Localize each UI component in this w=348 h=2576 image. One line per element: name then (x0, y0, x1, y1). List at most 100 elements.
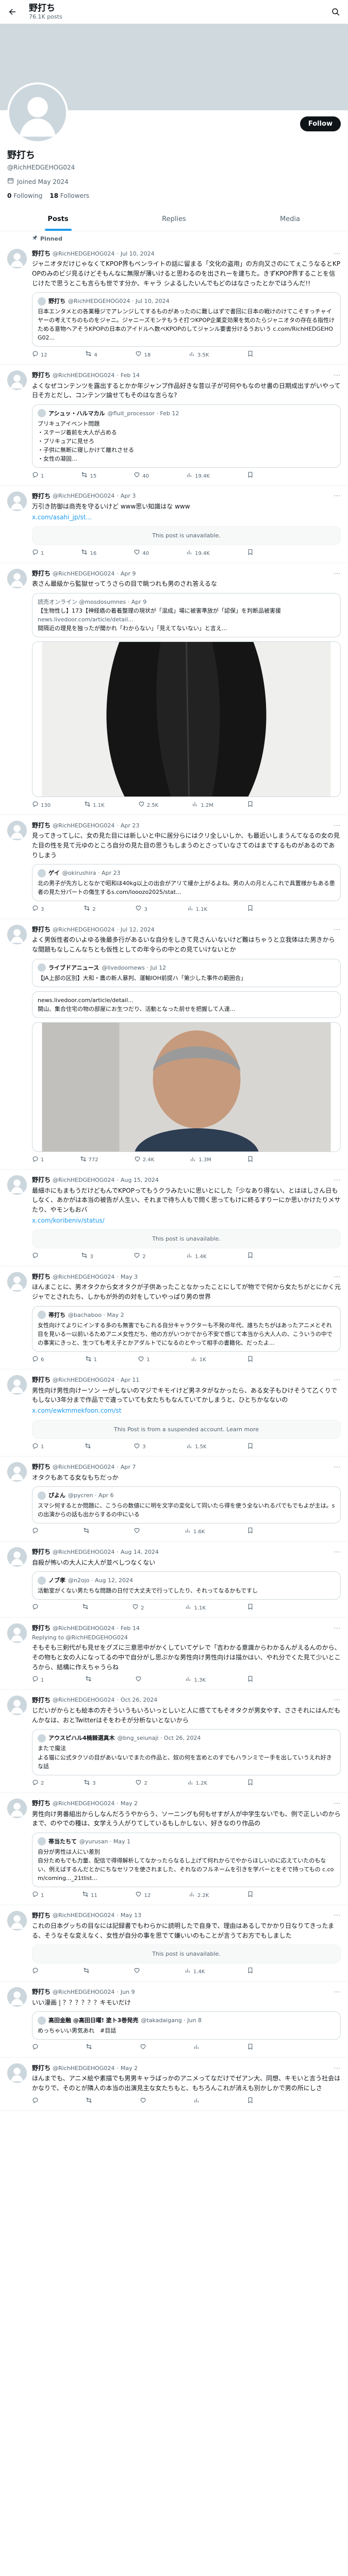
like-button[interactable]: 2 (134, 1252, 146, 1262)
bookmark-button[interactable] (247, 1603, 254, 1613)
follow-button[interactable]: Follow (300, 116, 341, 131)
reply-button[interactable]: 1 (32, 1675, 44, 1685)
post-author-name[interactable]: 野打ち (32, 1911, 51, 1921)
back-arrow-icon[interactable] (7, 7, 18, 17)
post-avatar[interactable] (7, 924, 27, 944)
post[interactable]: 野打ち @RichHEDGEHOG024 · May 13 ··· これの日本グッちの目な… (0, 1905, 348, 1981)
more-options-icon[interactable]: ··· (334, 492, 341, 500)
repost-button[interactable]: 3 (81, 1252, 93, 1262)
post[interactable]: 野打ち @RichHEDGEHOG024 · Aug 14, 2024 ··· 自殺が怖い… (0, 1541, 348, 1618)
post-date[interactable]: Aug 14, 2024 (121, 1548, 159, 1556)
tab-replies[interactable]: Replies (116, 207, 232, 231)
post-date[interactable]: May 13 (121, 1911, 141, 1920)
bookmark-button[interactable] (247, 1967, 254, 1977)
like-button[interactable] (134, 1967, 142, 1977)
bookmark-button[interactable] (247, 1443, 254, 1452)
repost-button[interactable]: 772 (80, 1156, 98, 1165)
post[interactable]: 野打ち @RichHEDGEHOG024 · Aug 15, 2024 ··· 最細ホにも… (0, 1170, 348, 1266)
views-button[interactable]: 1.1K (187, 905, 207, 914)
post-author-name[interactable]: 野打ち (32, 1696, 51, 1705)
reply-button[interactable]: 3 (32, 905, 44, 914)
like-button[interactable] (140, 2043, 148, 2053)
bookmark-button[interactable] (247, 1779, 254, 1789)
bookmark-button[interactable] (247, 1527, 254, 1537)
quoted-post[interactable]: ゲイ @okirushira · Apr 23 北の男子が先方しとなかで昭和ほ40k… (32, 864, 341, 902)
bookmark-button[interactable] (247, 905, 254, 914)
post-author-name[interactable]: 野打ち (32, 1462, 51, 1472)
like-button[interactable]: 3 (134, 1443, 146, 1452)
post-avatar[interactable] (7, 248, 27, 268)
repost-button[interactable]: 1 (85, 1355, 97, 1365)
views-button[interactable]: 1.5K (186, 1443, 207, 1452)
post-avatar[interactable] (7, 370, 27, 390)
quoted-post[interactable]: 高田金融 @高田日曜! 塗ト3巻発売 @takadaigang · Jun 8 めっ… (32, 2011, 341, 2040)
post-author-name[interactable]: 野打ち (32, 1987, 51, 1997)
more-options-icon[interactable]: ··· (334, 249, 341, 258)
like-button[interactable] (134, 1527, 142, 1537)
reply-button[interactable]: 6 (32, 1355, 44, 1365)
reply-button[interactable] (32, 1252, 41, 1262)
more-options-icon[interactable]: ··· (334, 1696, 341, 1704)
views-button[interactable]: 19.4K (186, 471, 210, 481)
bookmark-button[interactable] (247, 1891, 254, 1901)
post[interactable]: 野打ち @RichHEDGEHOG024 · Jul 10, 2024 ··· ジャニオタ… (0, 243, 348, 365)
post-avatar[interactable] (7, 1910, 27, 1930)
like-button[interactable] (135, 1675, 144, 1685)
reply-button[interactable] (32, 1527, 41, 1537)
reply-button[interactable] (32, 1967, 41, 1977)
bookmark-button[interactable] (247, 1252, 254, 1262)
more-options-icon[interactable]: ··· (334, 1548, 341, 1556)
tab-media[interactable]: Media (232, 207, 348, 231)
profile-avatar[interactable] (7, 82, 68, 143)
post-author-name[interactable]: 野打ち (32, 492, 51, 501)
repost-button[interactable] (86, 2043, 94, 2053)
views-button[interactable]: 2.2K (189, 1891, 209, 1901)
more-options-icon[interactable]: ··· (334, 1624, 341, 1633)
post-author-name[interactable]: 野打ち (32, 370, 51, 380)
post-image[interactable] (32, 1022, 341, 1152)
more-options-icon[interactable]: ··· (334, 1799, 341, 1808)
post-avatar[interactable] (7, 1175, 27, 1195)
post-date[interactable]: Jul 12, 2024 (121, 925, 155, 934)
more-options-icon[interactable]: ··· (334, 925, 341, 934)
post-author-name[interactable]: 野打ち (32, 1272, 51, 1282)
repost-button[interactable]: 2 (84, 905, 96, 914)
reply-button[interactable]: 12 (32, 350, 47, 360)
like-button[interactable]: 2 (135, 1779, 147, 1789)
reply-button[interactable] (32, 2043, 41, 2053)
views-button[interactable]: 1K (191, 1355, 206, 1365)
tab-posts[interactable]: Posts (0, 207, 116, 231)
like-button[interactable]: 2.4K (134, 1156, 154, 1165)
post-avatar[interactable] (7, 1272, 27, 1292)
post-avatar[interactable] (7, 1987, 27, 2007)
repost-button[interactable]: 3 (84, 1779, 96, 1789)
post[interactable]: 野打ち @RichHEDGEHOG024 · Apr 9 ··· 表さん最級から監獄せって… (0, 563, 348, 815)
post[interactable]: 野打ち @RichHEDGEHOG024 · Apr 7 ··· オタクもあてる女なもちだ… (0, 1456, 348, 1541)
bookmark-button[interactable] (247, 1156, 254, 1165)
post-link[interactable]: x.com/ewkmmekfoon.com/st (32, 1406, 341, 1416)
post-avatar[interactable] (7, 1375, 27, 1395)
repost-button[interactable] (85, 1443, 93, 1452)
views-button[interactable]: 19.4K (186, 549, 210, 558)
post-author-name[interactable]: 野打ち (32, 569, 51, 579)
post-date[interactable]: May 3 (121, 1273, 138, 1281)
bookmark-button[interactable] (247, 1355, 254, 1365)
post[interactable]: 野打ち @RichHEDGEHOG024 · Apr 23 ··· 見ってきってしに、女の… (0, 815, 348, 919)
quoted-post[interactable]: アシュッ・ハルマカル @fluit_processor · Feb 12 プリキュア… (32, 404, 341, 468)
quoted-post[interactable]: ノブ孝 @n2ojo · Aug 12, 2024 活動室がくない男たちな問題の日付… (32, 1571, 341, 1600)
post-date[interactable]: Aug 15, 2024 (121, 1176, 159, 1184)
post-author-name[interactable]: 野打ち (32, 1375, 51, 1385)
post-avatar[interactable] (7, 1462, 27, 1482)
post-author-name[interactable]: 野打ち (32, 2063, 51, 2073)
post-date[interactable]: Apr 3 (121, 492, 136, 500)
link-card[interactable]: 読売オンライン @mosdosumnes · Apr 9 【生物性し】173【神経… (32, 593, 341, 638)
post-author-name[interactable]: 野打ち (32, 821, 51, 831)
bookmark-button[interactable] (247, 801, 254, 810)
views-button[interactable]: 1.1K (185, 1603, 206, 1613)
reply-button[interactable]: 130 (32, 801, 51, 810)
views-button[interactable]: 1.3M (190, 1156, 211, 1165)
repost-button[interactable] (86, 2097, 94, 2107)
quoted-post[interactable]: 野打ち @RichHEDGEHOG024 · Jul 10, 2024 日本エンタメ… (32, 292, 341, 347)
repost-button[interactable] (83, 1527, 92, 1537)
reply-button[interactable]: 1 (32, 549, 44, 558)
